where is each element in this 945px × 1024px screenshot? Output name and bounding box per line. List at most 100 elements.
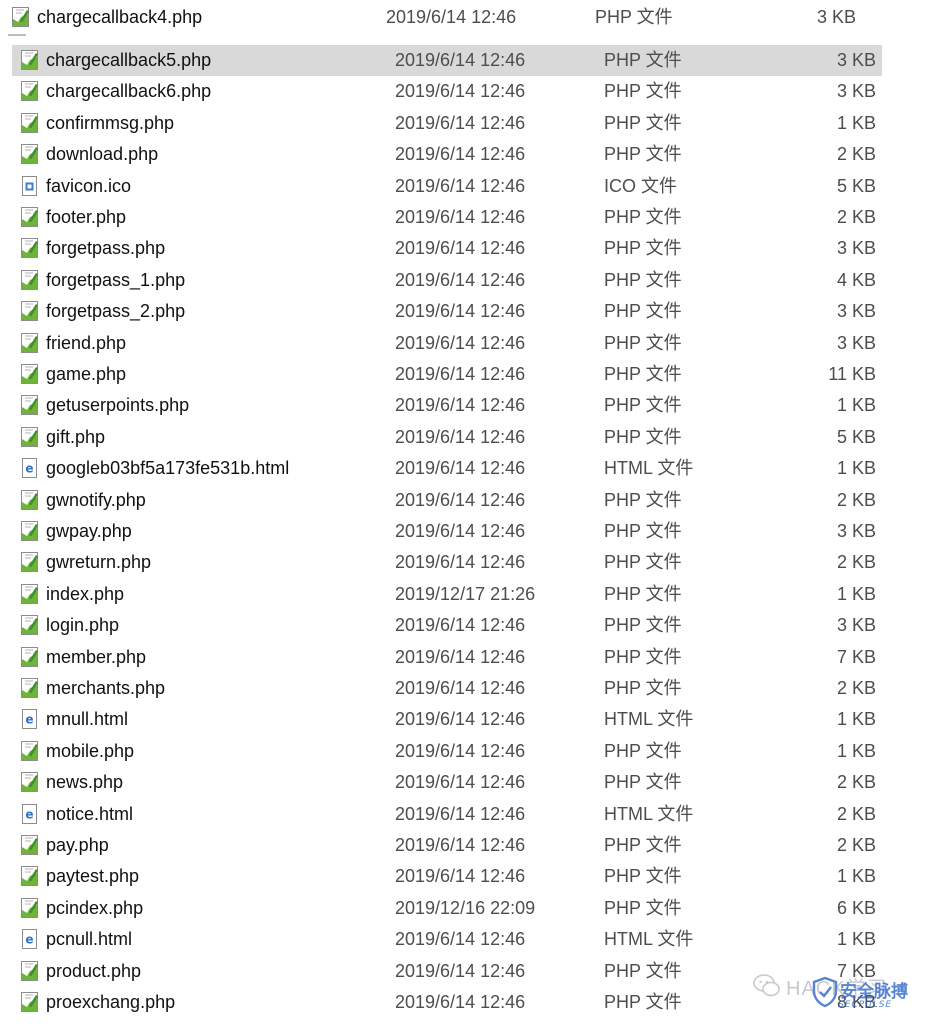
file-date-modified: 2019/6/14 12:46: [395, 992, 526, 1012]
file-type: PHP 文件: [604, 835, 682, 855]
file-size: 6 KB: [836, 897, 876, 918]
file-row[interactable]: chargecallback5.php 2019/6/14 12:46 PHP 文件…: [12, 45, 882, 76]
file-row[interactable]: e mnull.html 2019/6/14 12:46 HTML 文件 1 KB: [12, 704, 882, 735]
file-row[interactable]: friend.php 2019/6/14 12:46 PHP 文件 3 KB: [12, 328, 882, 359]
shield-icon: [812, 976, 838, 1008]
svg-text:e: e: [25, 933, 33, 947]
file-size: 3 KB: [836, 238, 876, 259]
file-row[interactable]: forgetpass_2.php 2019/6/14 12:46 PHP 文件 3 K…: [12, 296, 882, 327]
file-name: gwpay.php: [46, 521, 132, 541]
file-row[interactable]: pcindex.php 2019/12/16 22:09 PHP 文件 6 KB: [12, 893, 882, 924]
file-row[interactable]: gwnotify.php 2019/6/14 12:46 PHP 文件 2 KB: [12, 485, 882, 516]
file-type: PHP 文件: [604, 112, 682, 133]
file-type: HTML 文件: [604, 929, 694, 950]
file-row[interactable]: gift.php 2019/6/14 12:46 PHP 文件 5 KB: [12, 422, 882, 453]
file-type: HTML 文件: [604, 458, 694, 479]
file-row[interactable]: gwpay.php 2019/6/14 12:46 PHP 文件 3 KB: [12, 516, 882, 547]
ico-file-icon: [22, 175, 37, 196]
file-row[interactable]: chargecallback4.php 2019/6/14 12:46 PHP 文件…: [3, 2, 873, 33]
file-type: PHP 文件: [604, 646, 682, 667]
file-row[interactable]: e notice.html 2019/6/14 12:46 HTML 文件 2 KB: [12, 799, 882, 830]
file-row[interactable]: footer.php 2019/6/14 12:46 PHP 文件 2 KB: [12, 202, 882, 233]
file-name: chargecallback5.php: [46, 50, 212, 70]
php-file-icon: [21, 960, 38, 981]
file-type: HTML 文件: [604, 709, 694, 730]
file-row[interactable]: paytest.php 2019/6/14 12:46 PHP 文件 1 KB: [12, 861, 882, 892]
file-name: gwreturn.php: [46, 552, 152, 573]
file-row[interactable]: mobile.php 2019/6/14 12:46 PHP 文件 1 KB: [12, 736, 882, 767]
file-type: PHP 文件: [604, 207, 682, 227]
file-date-modified: 2019/6/14 12:46: [395, 678, 526, 698]
file-row[interactable]: favicon.ico 2019/6/14 12:46 ICO 文件 5 KB: [12, 171, 882, 202]
file-row[interactable]: merchants.php 2019/6/14 12:46 PHP 文件 2 KB: [12, 673, 882, 704]
file-type: PHP 文件: [604, 678, 682, 698]
file-type: PHP 文件: [604, 992, 682, 1012]
file-row[interactable]: pay.php 2019/6/14 12:46 PHP 文件 2 KB: [12, 830, 882, 861]
file-row[interactable]: member.php 2019/6/14 12:46 PHP 文件 7 KB: [12, 642, 882, 673]
file-name: mobile.php: [46, 740, 135, 761]
file-type: PHP 文件: [604, 740, 682, 761]
file-row[interactable]: chargecallback6.php 2019/6/14 12:46 PHP 文件…: [12, 76, 882, 107]
file-date-modified: 2019/6/14 12:46: [395, 112, 526, 133]
php-file-icon: [21, 144, 38, 165]
file-size: 11 KB: [828, 364, 876, 384]
php-file-icon: [21, 207, 38, 227]
file-date-modified: 2019/12/16 22:09: [395, 897, 536, 918]
watermark-sub: SECPULSE: [838, 1000, 893, 1010]
file-row[interactable]: forgetpass.php 2019/6/14 12:46 PHP 文件 3 KB: [12, 233, 882, 264]
file-type: PHP 文件: [604, 552, 682, 573]
file-size: 2 KB: [836, 489, 876, 510]
file-name: googleb03bf5a173fe531b.html: [46, 458, 290, 479]
file-name: pcnull.html: [46, 929, 133, 950]
file-type: PHP 文件: [604, 583, 682, 604]
file-row[interactable]: e pcnull.html 2019/6/14 12:46 HTML 文件 1 KB: [12, 924, 882, 955]
php-file-icon: [21, 364, 38, 384]
php-file-icon: [21, 269, 38, 290]
php-file-icon: [21, 112, 38, 133]
file-name: news.php: [46, 772, 124, 793]
file-name: favicon.ico: [46, 175, 132, 196]
file-row[interactable]: getuserpoints.php 2019/6/14 12:46 PHP 文件 1 …: [12, 390, 882, 421]
file-row[interactable]: news.php 2019/6/14 12:46 PHP 文件 2 KB: [12, 767, 882, 798]
file-date-modified: 2019/6/14 12:46: [395, 803, 526, 824]
php-file-icon: [21, 521, 38, 541]
file-row[interactable]: index.php 2019/12/17 21:26 PHP 文件 1 KB: [12, 579, 882, 610]
file-row[interactable]: download.php 2019/6/14 12:46 PHP 文件 2 KB: [12, 139, 882, 170]
file-row[interactable]: game.php 2019/6/14 12:46 PHP 文件 11 KB: [12, 359, 882, 390]
file-type: PHP 文件: [604, 426, 682, 447]
file-type: PHP 文件: [604, 364, 682, 384]
file-date-modified: 2019/6/14 12:46: [395, 552, 526, 573]
file-name: login.php: [46, 615, 120, 636]
file-date-modified: 2019/6/14 12:46: [395, 144, 526, 165]
file-size: 1 KB: [836, 866, 876, 887]
file-type: PHP 文件: [604, 332, 682, 353]
file-size: 1 KB: [836, 583, 876, 604]
html-file-icon: e: [22, 709, 37, 730]
file-size: 2 KB: [836, 835, 876, 855]
file-row[interactable]: e googleb03bf5a173fe531b.html 2019/6/14 12…: [12, 453, 882, 484]
file-type: ICO 文件: [604, 175, 678, 196]
php-file-icon: [21, 81, 38, 102]
file-size: 2 KB: [836, 772, 876, 793]
file-type: PHP 文件: [604, 489, 682, 510]
file-date-modified: 2019/6/14 12:46: [395, 615, 526, 636]
file-row[interactable]: forgetpass_1.php 2019/6/14 12:46 PHP 文件 4 K…: [12, 265, 882, 296]
svg-text:e: e: [25, 807, 33, 821]
php-file-icon: [21, 238, 38, 259]
file-date-modified: 2019/6/14 12:46: [386, 7, 517, 27]
file-size: 4 KB: [836, 269, 876, 290]
file-type: PHP 文件: [604, 50, 682, 70]
file-name: merchants.php: [46, 678, 166, 698]
file-name: confirmmsg.php: [46, 112, 175, 133]
file-name: member.php: [46, 646, 147, 667]
file-date-modified: 2019/6/14 12:46: [395, 740, 526, 761]
php-file-icon: [21, 866, 38, 887]
file-size: 1 KB: [836, 395, 876, 416]
file-row[interactable]: gwreturn.php 2019/6/14 12:46 PHP 文件 2 KB: [12, 547, 882, 578]
php-file-icon: [21, 740, 38, 761]
file-row[interactable]: login.php 2019/6/14 12:46 PHP 文件 3 KB: [12, 610, 882, 641]
file-row[interactable]: confirmmsg.php 2019/6/14 12:46 PHP 文件 1 KB: [12, 108, 882, 139]
wechat-icon: [753, 974, 780, 997]
file-date-modified: 2019/6/14 12:46: [395, 709, 526, 730]
file-date-modified: 2019/6/14 12:46: [395, 929, 526, 950]
